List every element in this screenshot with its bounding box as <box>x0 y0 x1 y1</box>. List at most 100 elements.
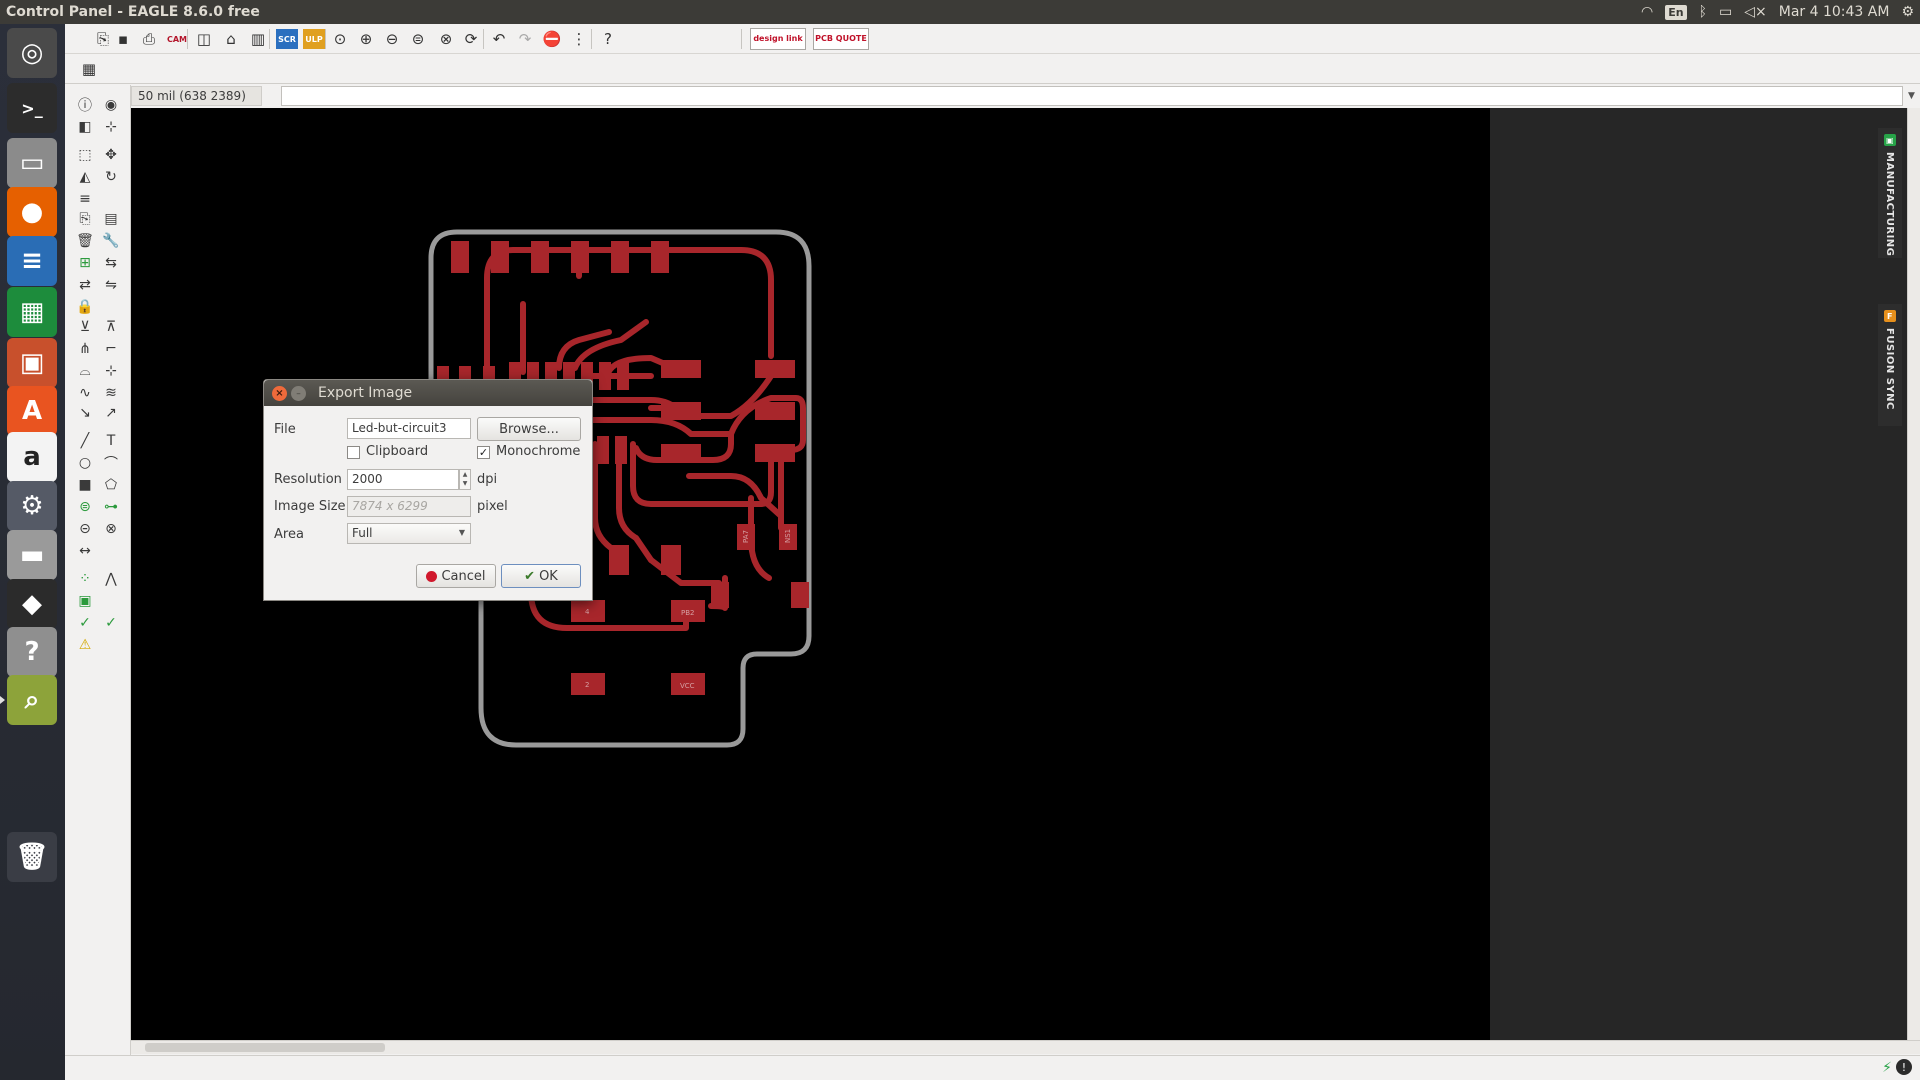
attribute-icon[interactable]: ⊗ <box>100 519 122 539</box>
wrench-icon[interactable]: 🔧 <box>100 231 122 251</box>
drc-icon[interactable]: ✓ <box>100 613 122 633</box>
factory-icon[interactable]: ⌂ <box>220 29 242 49</box>
warning-icon[interactable]: ⚠ <box>74 635 96 655</box>
autoroute-icon[interactable]: ↗ <box>100 403 122 423</box>
stop-icon[interactable]: ⛔ <box>541 29 563 49</box>
fanout-icon[interactable]: ↘ <box>74 403 96 423</box>
add-icon[interactable]: ⊞ <box>74 253 96 273</box>
command-input[interactable] <box>281 86 1903 106</box>
cancel-button[interactable]: Cancel <box>416 564 496 588</box>
zoom-last-icon[interactable]: ⊗ <box>435 29 457 49</box>
browse-button[interactable]: Browse... <box>477 417 581 441</box>
layers-icon[interactable]: ◧ <box>74 117 96 137</box>
signal-icon[interactable]: ⊶ <box>100 497 122 517</box>
info-status-icon[interactable]: ! <box>1896 1059 1912 1075</box>
session-gear-icon[interactable]: ⚙ <box>1901 4 1914 20</box>
ripup-icon[interactable]: ≋ <box>100 383 122 403</box>
launcher-trash[interactable]: 🗑 <box>7 832 57 882</box>
go-icon[interactable]: ⋮ <box>568 29 590 49</box>
keyboard-layout-indicator[interactable]: En <box>1665 4 1687 20</box>
meander-icon[interactable]: ⊹ <box>100 361 122 381</box>
line-icon[interactable]: ╱ <box>74 431 96 451</box>
miter-icon[interactable]: ⌐ <box>100 339 122 359</box>
mark-icon[interactable]: ⊹ <box>100 117 122 137</box>
ratsnest-icon[interactable]: ⁘ <box>74 569 96 589</box>
ulp-icon[interactable]: ULP <box>303 29 325 49</box>
cam-processor-icon[interactable]: CAM <box>166 29 188 49</box>
swap-icon[interactable]: ⇄ <box>74 275 96 295</box>
bluetooth-icon[interactable]: ᛒ <box>1699 4 1707 20</box>
file-name-field[interactable]: Led-but-circuit3 <box>347 418 471 439</box>
paste-icon[interactable]: ▤ <box>100 209 122 229</box>
horizontal-scrollbar[interactable] <box>131 1040 1920 1054</box>
command-history-dropdown-icon[interactable]: ▼ <box>1903 86 1920 106</box>
launcher-firefox[interactable]: ● <box>7 187 57 237</box>
align-icon[interactable]: ≡ <box>74 189 96 209</box>
optimize-icon[interactable]: ⌓ <box>74 361 96 381</box>
library-icon[interactable]: ▥ <box>247 29 269 49</box>
wifi-icon[interactable]: ◠ <box>1641 4 1653 20</box>
clock[interactable]: Mar 4 10:43 AM <box>1779 4 1890 20</box>
redraw-icon[interactable]: ⟳ <box>460 29 482 49</box>
text-icon[interactable]: T <box>100 431 122 451</box>
erc-icon[interactable]: ✓ <box>74 613 96 633</box>
launcher-eagle[interactable]: ⌕ <box>0 675 57 725</box>
value-icon[interactable]: ⊼ <box>100 317 122 337</box>
help-icon[interactable]: ? <box>597 29 619 49</box>
zoom-in-icon[interactable]: ⊕ <box>355 29 377 49</box>
split-icon[interactable]: ⋔ <box>74 339 96 359</box>
mirror-icon[interactable]: ◭ <box>74 167 96 187</box>
launcher-amazon[interactable]: a <box>7 432 57 482</box>
launcher-terminal[interactable]: >_ <box>7 83 57 133</box>
rect-icon[interactable]: ■ <box>74 475 96 495</box>
zoom-fit-icon[interactable]: ⊙ <box>329 29 351 49</box>
auto-icon[interactable]: ⋀ <box>100 569 122 589</box>
lock-icon[interactable]: 🔒 <box>74 297 96 317</box>
open-icon[interactable]: ⎘ <box>92 29 114 49</box>
resolution-spinbox[interactable]: 2000 <box>347 469 459 490</box>
minimize-icon[interactable]: – <box>291 386 306 401</box>
info-icon[interactable]: ⓘ <box>74 95 96 115</box>
pcb-quote-button[interactable]: PCB QUOTE <box>813 28 869 50</box>
horizontal-scroll-thumb[interactable] <box>145 1043 385 1052</box>
clipboard-checkbox[interactable] <box>347 446 360 459</box>
resolution-stepper-icon[interactable]: ▲ ▼ <box>459 469 471 490</box>
launcher-dash-home[interactable]: ◎ <box>7 28 57 78</box>
show-icon[interactable]: ◉ <box>100 95 122 115</box>
route-icon[interactable]: ∿ <box>74 383 96 403</box>
volume-muted-icon[interactable]: ◁× <box>1744 4 1767 20</box>
launcher-system-settings[interactable]: ⚙ <box>7 481 57 531</box>
launcher-disks[interactable]: ▬ <box>7 530 57 580</box>
copy-icon[interactable]: ⎘ <box>74 209 96 229</box>
area-select[interactable]: Full ▼ <box>347 523 471 544</box>
close-icon[interactable]: × <box>272 386 287 401</box>
replace-icon[interactable]: ⇆ <box>100 253 122 273</box>
redo-icon[interactable]: ↷ <box>514 29 536 49</box>
launcher-software-center[interactable]: A <box>7 386 57 436</box>
arc-icon[interactable]: ⌒ <box>100 453 122 473</box>
rotate-icon[interactable]: ↻ <box>100 167 122 187</box>
launcher-files[interactable]: ▭ <box>7 138 57 188</box>
move-icon[interactable]: ✥ <box>100 145 122 165</box>
launcher-writer[interactable]: ≡ <box>7 236 57 286</box>
drc-frame-icon[interactable]: ▣ <box>74 591 96 611</box>
launcher-calc[interactable]: ▦ <box>7 287 57 337</box>
print-icon[interactable]: ⎙ <box>138 29 160 49</box>
change-icon[interactable]: ⇋ <box>100 275 122 295</box>
delete-icon[interactable]: 🗑 <box>74 231 96 251</box>
launcher-inkscape[interactable]: ◆ <box>7 579 57 629</box>
hole-icon[interactable]: ⊝ <box>74 519 96 539</box>
launcher-impress[interactable]: ▣ <box>7 338 57 388</box>
zoom-out-icon[interactable]: ⊖ <box>381 29 403 49</box>
vertical-scrollbar[interactable] <box>1907 108 1920 1040</box>
select-icon[interactable]: ⬚ <box>74 145 96 165</box>
battery-icon[interactable]: ▭ <box>1719 4 1732 20</box>
design-link-button[interactable]: design link <box>750 28 806 50</box>
via-icon[interactable]: ⊜ <box>74 497 96 517</box>
undo-icon[interactable]: ↶ <box>488 29 510 49</box>
dimension-icon[interactable]: ↔ <box>74 541 96 561</box>
ok-button[interactable]: ✔ OK <box>501 564 581 588</box>
board-switch-icon[interactable]: ◫ <box>193 29 215 49</box>
manufacturing-tab[interactable]: ▣ MANUFACTURING <box>1878 128 1902 258</box>
smash-icon[interactable]: ⊻ <box>74 317 96 337</box>
